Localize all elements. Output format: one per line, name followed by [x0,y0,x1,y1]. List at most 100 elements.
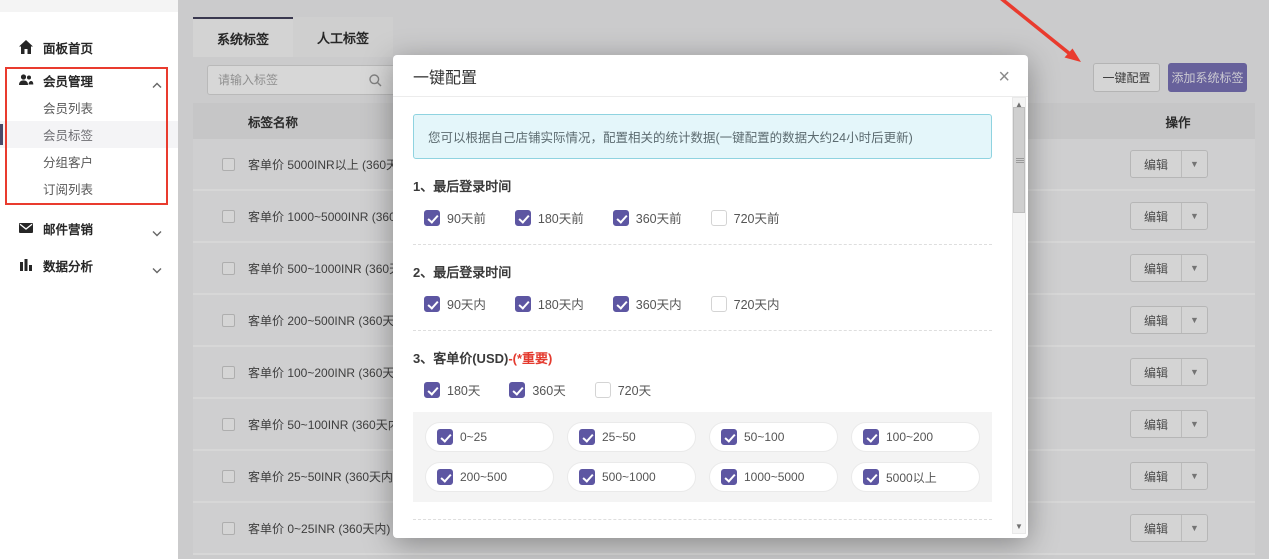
checkbox[interactable] [863,469,879,485]
dialog-header: 一键配置 × [393,55,1028,97]
price-range-option[interactable]: 50~100 [709,422,838,452]
dialog-scrollbar[interactable]: ▲ ▼ [1012,97,1026,534]
row-checkbox[interactable] [222,314,235,327]
edit-button[interactable]: 编辑▼ [1130,358,1208,386]
checkbox[interactable] [424,210,440,226]
sidebar-subitem-member-tags[interactable]: 会员标签 [0,121,178,148]
pill-label: 100~200 [886,430,933,444]
caret-down-icon[interactable]: ▼ [1181,463,1207,489]
edit-button[interactable]: 编辑▼ [1130,306,1208,334]
checkbox-label: 180天 [447,380,480,399]
edit-button[interactable]: 编辑▼ [1130,514,1208,542]
tab-system-tags[interactable]: 系统标签 [193,17,293,57]
edit-button[interactable]: 编辑▼ [1130,202,1208,230]
caret-down-icon[interactable]: ▼ [1181,515,1207,541]
close-icon[interactable]: × [994,63,1014,91]
checkbox-option[interactable]: 90天内 [424,294,486,313]
checkbox[interactable] [721,429,737,445]
price-range-option[interactable]: 0~25 [425,422,554,452]
tag-name: 客单价 25~50INR (360天内) [248,468,397,485]
caret-down-icon[interactable]: ▼ [1181,359,1207,385]
home-icon [18,39,34,55]
checkbox[interactable] [437,469,453,485]
sidebar-item-data-analysis[interactable]: 数据分析 [0,251,178,279]
checkbox-option[interactable]: 180天前 [515,208,584,227]
checkbox-option[interactable]: 180天内 [515,294,584,313]
row-checkbox[interactable] [222,366,235,379]
sidebar-subitem-subscription-list[interactable]: 订阅列表 [0,175,178,202]
checkbox[interactable] [579,429,595,445]
tag-name: 客单价 200~500INR (360天内) [248,312,410,329]
checkbox[interactable] [509,382,525,398]
edit-button-label: 编辑 [1131,307,1181,333]
checkbox-option[interactable]: 360天 [509,380,565,399]
scrollbar-thumb[interactable] [1013,107,1025,213]
row-checkbox[interactable] [222,418,235,431]
row-checkbox[interactable] [222,262,235,275]
add-system-tag-button[interactable]: 添加系统标签 [1168,63,1247,92]
row-checkbox[interactable] [222,470,235,483]
row-checkbox[interactable] [222,158,235,171]
checkbox-option[interactable]: 90天前 [424,208,486,227]
checkbox[interactable] [424,382,440,398]
checkbox[interactable] [437,429,453,445]
checkbox-option[interactable]: 360天前 [613,208,682,227]
edit-button[interactable]: 编辑▼ [1130,150,1208,178]
price-range-option[interactable]: 100~200 [851,422,980,452]
checkbox[interactable] [863,429,879,445]
checkbox-option[interactable]: 720天前 [711,208,780,227]
price-range-option[interactable]: 5000以上 [851,462,980,492]
price-range-option[interactable]: 200~500 [425,462,554,492]
edit-button[interactable]: 编辑▼ [1130,410,1208,438]
checkbox[interactable] [515,210,531,226]
checkbox[interactable] [515,296,531,312]
edit-button[interactable]: 编辑▼ [1130,254,1208,282]
checkbox[interactable] [613,296,629,312]
checkbox[interactable] [424,296,440,312]
edit-button-label: 编辑 [1131,359,1181,385]
edit-button-label: 编辑 [1131,411,1181,437]
caret-down-icon[interactable]: ▼ [1181,203,1207,229]
price-range-option[interactable]: 25~50 [567,422,696,452]
row-checkbox[interactable] [222,210,235,223]
mail-icon [18,220,34,236]
chevron-up-icon [152,76,162,94]
sidebar-top-strip [0,0,178,12]
checkbox[interactable] [711,296,727,312]
search-input[interactable] [208,73,366,87]
caret-down-icon[interactable]: ▼ [1181,255,1207,281]
caret-down-icon[interactable]: ▼ [1181,307,1207,333]
option-group: 180天 360天 720天 [424,380,1012,399]
sidebar-subitem-grouped-customers[interactable]: 分组客户 [0,148,178,175]
edit-button[interactable]: 编辑▼ [1130,462,1208,490]
checkbox[interactable] [579,469,595,485]
sidebar-item-dashboard[interactable]: 面板首页 [0,33,178,61]
one-click-config-button[interactable]: 一键配置 [1093,63,1160,92]
checkbox[interactable] [595,382,611,398]
tab-manual-tags[interactable]: 人工标签 [293,17,393,57]
price-range-option[interactable]: 500~1000 [567,462,696,492]
checkbox-option[interactable]: 720天内 [711,294,780,313]
sidebar-item-label: 邮件营销 [43,219,93,238]
caret-down-icon[interactable]: ▼ [1181,151,1207,177]
dialog-body: 您可以根据自己店铺实际情况，配置相关的统计数据(一键配置的数据大约24小时后更新… [393,97,1028,537]
checkbox-label: 180天内 [538,294,584,313]
sidebar-item-members[interactable]: 会员管理 [0,66,178,94]
sidebar-item-email-marketing[interactable]: 邮件营销 [0,214,178,242]
checkbox-option[interactable]: 180天 [424,380,480,399]
checkbox-option[interactable]: 360天内 [613,294,682,313]
sidebar: 面板首页 会员管理 会员列表 会员标签 分组客户 订阅列表 [0,0,178,559]
checkbox[interactable] [711,210,727,226]
tag-name: 客单价 50~100INR (360天内) [248,416,404,433]
checkbox-option[interactable]: 720天 [595,380,651,399]
users-icon [18,72,34,88]
checkbox[interactable] [613,210,629,226]
checkbox[interactable] [721,469,737,485]
scroll-down-arrow-icon[interactable]: ▼ [1013,520,1025,533]
price-range-option[interactable]: 1000~5000 [709,462,838,492]
row-checkbox[interactable] [222,522,235,535]
caret-down-icon[interactable]: ▼ [1181,411,1207,437]
sidebar-subitem-member-list[interactable]: 会员列表 [0,94,178,121]
section-divider [413,244,992,245]
search-icon[interactable] [368,73,383,88]
